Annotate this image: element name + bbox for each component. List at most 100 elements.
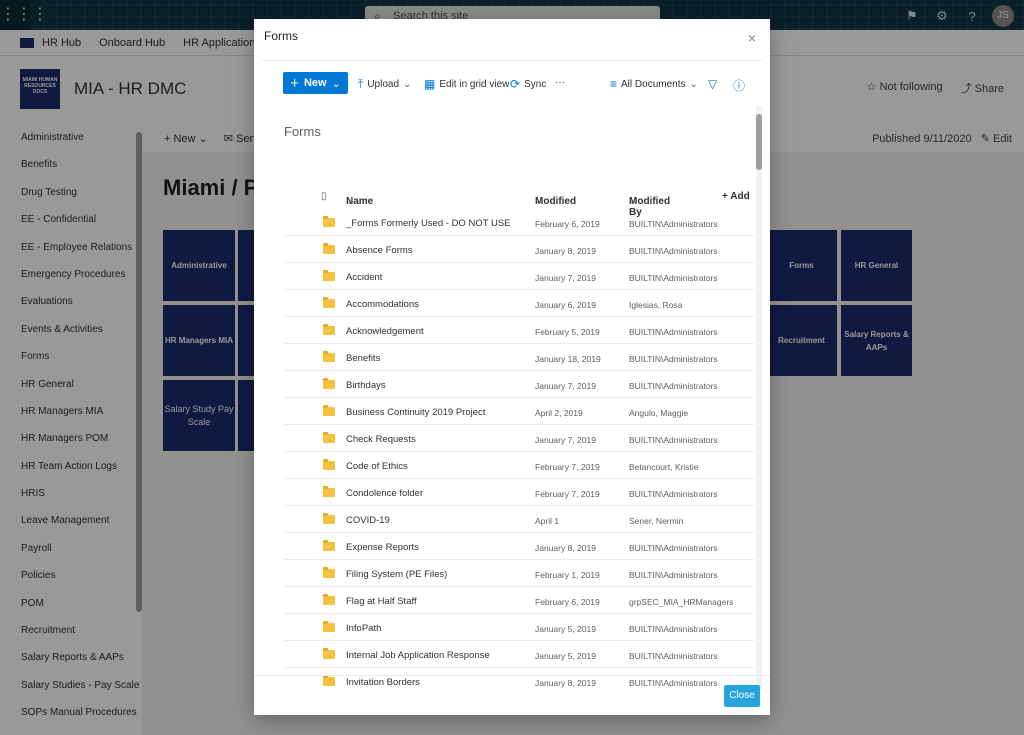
- row-name[interactable]: Check Requests: [346, 434, 416, 445]
- folder-icon: [323, 648, 335, 659]
- table-row[interactable]: Accommodations January 6, 2019 Iglesias, R…: [284, 290, 754, 317]
- info-icon[interactable]: ⓘ: [733, 77, 745, 94]
- table-row[interactable]: Internal Job Application Response January…: [284, 641, 754, 668]
- dialog-footer: Close: [254, 675, 770, 715]
- info-circle-icon: ⓘ: [733, 79, 746, 93]
- row-modified-by: BUILTIN\Administrators: [629, 381, 718, 391]
- row-name[interactable]: Condolence folder: [346, 488, 423, 499]
- row-name[interactable]: Accident: [346, 272, 382, 283]
- chevron-down-icon: ⌄: [346, 196, 355, 207]
- table-row[interactable]: Business Continuity 2019 Project April 2,…: [284, 398, 754, 425]
- upload-label: Upload: [367, 79, 400, 90]
- table-row[interactable]: COVID-19 April 1 Sener, Nermin: [284, 506, 754, 533]
- table-row[interactable]: Accident January 7, 2019 BUILTIN\Administr…: [284, 263, 754, 290]
- folder-icon: [323, 594, 335, 605]
- row-modified: January 5, 2019: [535, 624, 596, 634]
- row-modified-by: BUILTIN\Administrators: [629, 435, 718, 445]
- folder-icon: [323, 540, 335, 551]
- file-type-icon[interactable]: ▯: [321, 191, 327, 202]
- row-name[interactable]: Absence Forms: [346, 245, 413, 256]
- row-modified: February 7, 2019: [535, 462, 600, 472]
- table-row[interactable]: Flag at Half Staff February 6, 2019 grpSEC…: [284, 587, 754, 614]
- add-column-button[interactable]: + Add: [722, 191, 750, 202]
- table-row[interactable]: Code of Ethics February 7, 2019 Betancourt…: [284, 452, 754, 479]
- table-row[interactable]: Filing System (PE Files) February 1, 2019…: [284, 560, 754, 587]
- row-name[interactable]: InfoPath: [346, 623, 381, 634]
- row-name[interactable]: Acknowledgement: [346, 326, 424, 337]
- vertical-scroll-thumb[interactable]: [756, 114, 762, 170]
- table-row[interactable]: Acknowledgement February 5, 2019 BUILTIN\A…: [284, 317, 754, 344]
- table-row[interactable]: Expense Reports January 8, 2019 BUILTIN\Ad…: [284, 533, 754, 560]
- new-button-label: New: [303, 77, 327, 89]
- row-modified: January 7, 2019: [535, 381, 596, 391]
- row-name[interactable]: Birthdays: [346, 380, 386, 391]
- row-modified: January 6, 2019: [535, 300, 596, 310]
- forms-dialog: Forms × + New ⌄ ⤒ Upload ⌄ ▦ Edit in gri…: [254, 19, 770, 715]
- view-label: All Documents: [621, 78, 686, 90]
- row-modified-by: BUILTIN\Administrators: [629, 489, 718, 499]
- row-modified-by: BUILTIN\Administrators: [629, 273, 718, 283]
- close-button[interactable]: Close: [724, 685, 760, 707]
- row-name[interactable]: Internal Job Application Response: [346, 650, 490, 661]
- table-row[interactable]: Check Requests January 7, 2019 BUILTIN\Adm…: [284, 425, 754, 452]
- chevron-down-icon: ⌄: [629, 196, 638, 207]
- folder-icon: [323, 351, 335, 362]
- upload-icon: ⤒: [358, 77, 364, 91]
- row-modified-by: Sener, Nermin: [629, 516, 684, 526]
- chevron-down-icon: ⌄: [535, 196, 544, 207]
- row-name[interactable]: COVID-19: [346, 515, 390, 526]
- row-modified: February 6, 2019: [535, 219, 600, 229]
- close-icon[interactable]: ×: [748, 30, 756, 46]
- table-row[interactable]: Birthdays January 7, 2019 BUILTIN\Administ…: [284, 371, 754, 398]
- row-modified: April 2, 2019: [535, 408, 583, 418]
- more-icon: ···: [555, 77, 565, 88]
- table-row[interactable]: _Forms Formerly Used - DO NOT USE Februar…: [284, 209, 754, 236]
- row-modified-by: Betancourt, Kristie: [629, 462, 699, 472]
- vertical-scrollbar[interactable]: [756, 106, 762, 690]
- folder-icon: [323, 216, 335, 227]
- chevron-down-icon: ⌄: [689, 78, 698, 90]
- row-name[interactable]: Filing System (PE Files): [346, 569, 447, 580]
- sync-label: Sync: [524, 78, 547, 90]
- row-modified: January 5, 2019: [535, 651, 596, 661]
- library-toolbar: + New ⌄ ⤒ Upload ⌄ ▦ Edit in grid view ⟳…: [262, 61, 762, 105]
- row-name[interactable]: Expense Reports: [346, 542, 419, 553]
- grid-icon: ▦: [424, 77, 436, 91]
- row-modified-by: BUILTIN\Administrators: [629, 543, 718, 553]
- row-modified: February 7, 2019: [535, 489, 600, 499]
- row-name[interactable]: Accommodations: [346, 299, 419, 310]
- edit-grid-button[interactable]: ▦ Edit in grid view: [424, 77, 509, 91]
- row-name[interactable]: Benefits: [346, 353, 380, 364]
- document-list: _Forms Formerly Used - DO NOT USE Februar…: [284, 209, 754, 690]
- upload-button[interactable]: ⤒ Upload ⌄: [358, 77, 411, 92]
- row-modified-by: BUILTIN\Administrators: [629, 327, 718, 337]
- row-name[interactable]: Flag at Half Staff: [346, 596, 417, 607]
- folder-icon: [323, 378, 335, 389]
- edit-grid-label: Edit in grid view: [439, 78, 510, 90]
- table-row[interactable]: Absence Forms January 8, 2019 BUILTIN\Admi…: [284, 236, 754, 263]
- view-selector[interactable]: ≡ All Documents ⌄: [610, 77, 698, 91]
- folder-icon: [323, 459, 335, 470]
- new-button[interactable]: + New ⌄: [283, 72, 348, 94]
- table-row[interactable]: Condolence folder February 7, 2019 BUILTIN…: [284, 479, 754, 506]
- folder-icon: [323, 432, 335, 443]
- row-modified: January 18, 2019: [535, 354, 601, 364]
- more-button[interactable]: ···: [555, 77, 565, 88]
- row-name[interactable]: _Forms Formerly Used - DO NOT USE: [346, 218, 511, 229]
- list-icon: ≡: [610, 77, 618, 91]
- chevron-down-icon: ⌄: [331, 77, 341, 90]
- list-header: ▯ Name ⌄ Modified ⌄ Modified By ⌄ + Add: [284, 186, 754, 218]
- table-row[interactable]: InfoPath January 5, 2019 BUILTIN\Administr…: [284, 614, 754, 641]
- row-name[interactable]: Code of Ethics: [346, 461, 408, 472]
- folder-icon: [323, 243, 335, 254]
- row-modified: January 7, 2019: [535, 273, 596, 283]
- filter-icon[interactable]: ▽: [708, 77, 717, 91]
- row-modified: January 8, 2019: [535, 246, 596, 256]
- table-row[interactable]: Benefits January 18, 2019 BUILTIN\Administ…: [284, 344, 754, 371]
- row-modified-by: grpSEC_MIA_HRManagers: [629, 597, 734, 607]
- document-library-frame: + New ⌄ ⤒ Upload ⌄ ▦ Edit in grid view ⟳…: [262, 60, 762, 690]
- row-modified-by: BUILTIN\Administrators: [629, 246, 718, 256]
- row-name[interactable]: Business Continuity 2019 Project: [346, 407, 485, 418]
- row-modified-by: Angulo, Maggie: [629, 408, 689, 418]
- sync-button[interactable]: ⟳ Sync: [510, 77, 546, 91]
